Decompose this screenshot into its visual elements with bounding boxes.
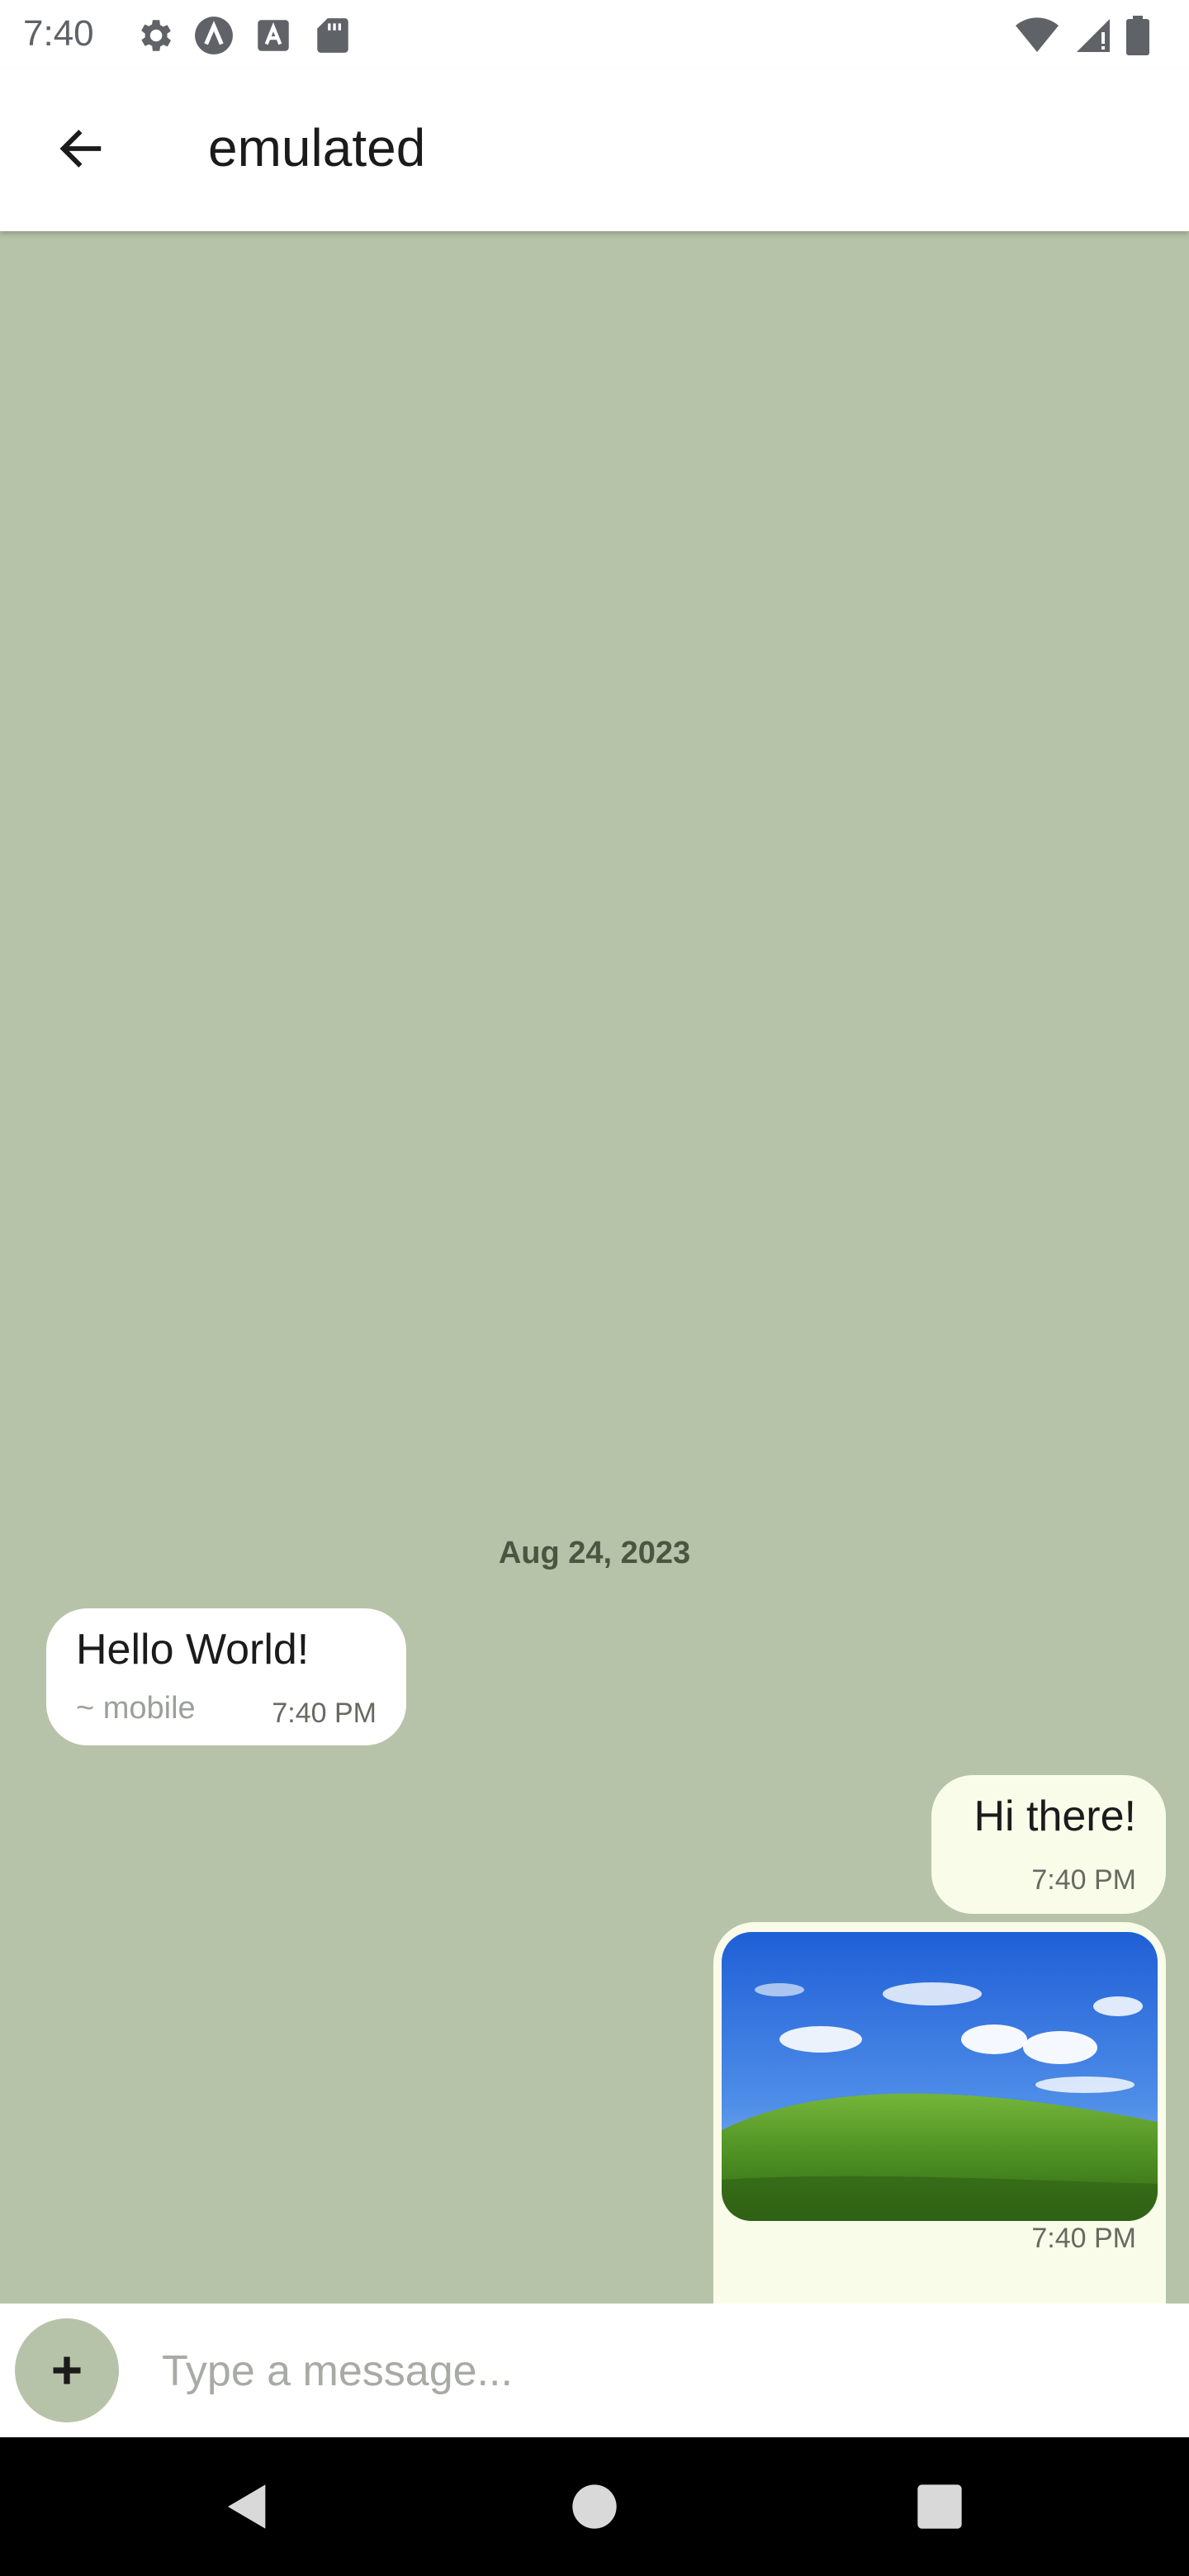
back-button[interactable]: [40, 107, 122, 190]
signal-icon: [1077, 19, 1110, 52]
system-nav-bar: [0, 2437, 1189, 2576]
message-time: 7:40 PM: [272, 1698, 377, 1729]
status-icons-left: [134, 15, 353, 56]
message-time: 7:40 PM: [1031, 1864, 1136, 1896]
settings-icon: [141, 20, 171, 51]
status-time: 7:40: [23, 13, 94, 54]
font-a-icon: [258, 20, 289, 51]
status-bar: 7:40: [0, 0, 1189, 69]
incoming-message-bubble[interactable]: Hello World! ~ mobile 7:40 PM: [46, 1608, 406, 1745]
wifi-icon: [1016, 17, 1059, 52]
date-divider: Aug 24, 2023: [498, 1536, 691, 1570]
message-input[interactable]: [162, 2335, 1153, 2408]
message-composer: [0, 2304, 1189, 2437]
message-time: 7:40 PM: [1031, 2223, 1136, 2254]
chat-messages-area[interactable]: Aug 24, 2023 Hello World! ~ mobile 7:40 …: [0, 231, 1189, 2512]
attach-button[interactable]: [15, 2318, 119, 2422]
arrow-left-icon: [59, 130, 102, 168]
app-bar: emulated: [0, 69, 1189, 231]
message-text: Hello World!: [76, 1626, 310, 1674]
nav-back-icon[interactable]: [221, 2480, 274, 2533]
landscape-hill-photo[interactable]: [722, 1932, 1158, 2221]
message-text: Hi there!: [973, 1792, 1136, 1840]
message-sender: ~ mobile: [76, 1691, 196, 1726]
app-a-circle-icon: [195, 17, 233, 54]
chat-title: emulated: [208, 118, 426, 178]
nav-home-icon[interactable]: [568, 2480, 621, 2533]
sd-card-icon: [317, 18, 348, 53]
outgoing-message-bubble[interactable]: Hi there! 7:40 PM: [931, 1775, 1166, 1914]
status-icons-right: [1014, 15, 1149, 56]
plus-icon: [53, 2356, 81, 2384]
battery-icon: [1126, 16, 1149, 55]
nav-recents-icon[interactable]: [913, 2480, 966, 2533]
